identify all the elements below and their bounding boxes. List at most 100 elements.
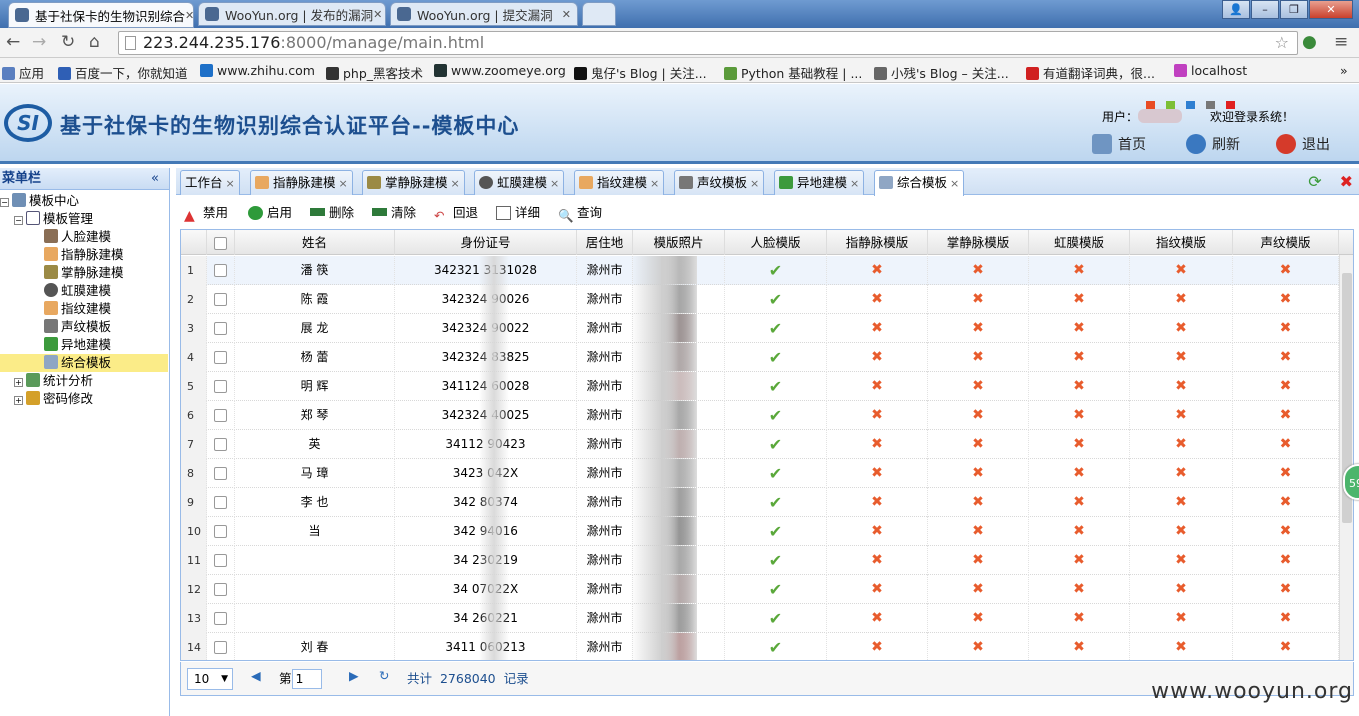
more-bookmarks-icon[interactable]: » <box>1340 63 1348 78</box>
new-tab-button[interactable] <box>582 2 616 26</box>
table-row[interactable]: 1234 07022X滁州市✔✖✖✖✖✖ <box>181 575 1341 604</box>
bookmark[interactable]: 有道翻译词典，很... <box>1026 63 1155 82</box>
tree-group[interactable]: − 模板管理 <box>0 210 168 228</box>
table-row[interactable]: 7 英34112 90423滁州市✔✖✖✖✖✖ <box>181 430 1341 459</box>
sidebar-item-face[interactable]: 人脸建模 <box>0 228 168 246</box>
refresh-page-icon[interactable]: ↻ <box>379 668 389 683</box>
bookmark[interactable]: php_黑客技术 <box>326 63 423 82</box>
prev-page-icon[interactable]: ◀ <box>251 668 261 683</box>
next-page-icon[interactable]: ▶ <box>349 668 359 683</box>
back-icon[interactable]: ← <box>6 32 20 52</box>
header-palm-vein[interactable]: 掌静脉模版 <box>928 230 1029 255</box>
logout-button[interactable]: 退出 <box>1276 134 1330 154</box>
reload-icon[interactable]: ↻ <box>61 32 75 52</box>
star-icon[interactable]: ☆ <box>1275 32 1289 54</box>
header-photo[interactable]: 模版照片 <box>633 230 725 255</box>
query-button[interactable]: 🔍 查询 <box>558 202 602 223</box>
close-all-icon[interactable]: ✖ <box>1340 172 1353 191</box>
tab-iris[interactable]: 虹膜建模 × <box>474 170 565 195</box>
table-row[interactable]: 2陈 霞 342324 90026 滁州市 ✔ ✖ ✖ ✖ ✖ ✖ <box>181 285 1341 314</box>
sidebar-item-fingerprint[interactable]: 指纹建模 <box>0 300 168 318</box>
header-id[interactable]: 身份证号 <box>395 230 577 255</box>
row-checkbox[interactable] <box>214 525 227 538</box>
row-checkbox[interactable] <box>214 612 227 625</box>
close-tab-icon[interactable]: ✕ <box>185 9 193 22</box>
tab-voiceprint[interactable]: 声纹模板 × <box>674 170 765 195</box>
header-iris[interactable]: 虹膜模版 <box>1029 230 1130 255</box>
close-tab-icon[interactable]: ✕ <box>562 8 571 21</box>
row-checkbox[interactable] <box>214 293 227 306</box>
extension-icon[interactable]: ● <box>1302 32 1317 52</box>
table-row[interactable]: 1潘 筷 342321 3131028 滁州市 ✔ ✖ ✖ ✖ ✖ ✖ <box>181 256 1341 285</box>
header-city[interactable]: 居住地 <box>577 230 633 255</box>
expand-node-icon[interactable]: + <box>14 396 23 405</box>
sidebar-item-palm-vein[interactable]: 掌静脉建模 <box>0 264 168 282</box>
bookmark[interactable]: localhost <box>1174 63 1247 78</box>
row-checkbox[interactable] <box>214 380 227 393</box>
delete-button[interactable]: 删除 <box>310 202 354 221</box>
row-checkbox[interactable] <box>214 264 227 277</box>
tree-root[interactable]: − 模板中心 <box>0 192 168 210</box>
sidebar-item-stats[interactable]: + 统计分析 <box>0 372 168 390</box>
close-tab-icon[interactable]: ✕ <box>373 8 382 21</box>
table-row[interactable]: 6郑 琴 342324 40025 滁州市 ✔ ✖ ✖ ✖ ✖ ✖ <box>181 401 1341 430</box>
home-icon[interactable]: ⌂ <box>89 32 100 52</box>
table-row[interactable]: 1334 260221滁州市✔✖✖✖✖✖ <box>181 604 1341 633</box>
reload-tab-icon[interactable]: ⟳ <box>1308 172 1321 191</box>
tab-finger-vein[interactable]: 指静脉建模 × <box>250 170 353 195</box>
close-tab-icon[interactable]: × <box>550 177 559 190</box>
browser-tab[interactable]: WooYun.org | 发布的漏洞 ✕ <box>198 2 386 26</box>
bookmark[interactable]: www.zhihu.com <box>200 63 315 78</box>
tab-composite[interactable]: 综合模板 × <box>874 170 965 196</box>
tab-fingerprint[interactable]: 指纹建模 × <box>574 170 665 195</box>
bookmark[interactable]: Python 基础教程 | ... <box>724 63 862 82</box>
row-checkbox[interactable] <box>214 438 227 451</box>
bookmark[interactable]: www.zoomeye.org <box>434 63 566 78</box>
table-row[interactable]: 5明 辉 341124 60028 滁州市 ✔ ✖ ✖ ✖ ✖ ✖ <box>181 372 1341 401</box>
table-row[interactable]: 10当342 94016滁州市✔✖✖✖✖✖ <box>181 517 1341 546</box>
bookmark[interactable]: 小残's Blog – 关注... <box>874 63 1009 82</box>
close-window-icon[interactable]: ✕ <box>1309 0 1353 19</box>
table-row[interactable]: 3展 龙 342324 90022 滁州市 ✔ ✖ ✖ ✖ ✖ ✖ <box>181 314 1341 343</box>
table-row[interactable]: 9李 也342 80374滁州市✔✖✖✖✖✖ <box>181 488 1341 517</box>
row-checkbox[interactable] <box>214 351 227 364</box>
sidebar-item-finger-vein[interactable]: 指静脉建模 <box>0 246 168 264</box>
tab-palm-vein[interactable]: 掌静脉建模 × <box>362 170 465 195</box>
disable-button[interactable]: ▲ 禁用 <box>184 202 228 224</box>
close-tab-icon[interactable]: × <box>226 177 235 190</box>
table-row[interactable]: 1134 230219滁州市✔✖✖✖✖✖ <box>181 546 1341 575</box>
row-checkbox[interactable] <box>214 467 227 480</box>
minimize-icon[interactable]: – <box>1251 0 1279 19</box>
select-all-checkbox[interactable] <box>214 237 227 250</box>
bookmark-apps[interactable]: 应用 <box>2 63 44 82</box>
header-fingerprint[interactable]: 指纹模版 <box>1130 230 1233 255</box>
enable-button[interactable]: 启用 <box>248 202 292 221</box>
table-row[interactable]: 8马 璋3423 042X滁州市✔✖✖✖✖✖ <box>181 459 1341 488</box>
row-checkbox[interactable] <box>214 496 227 509</box>
row-checkbox[interactable] <box>214 409 227 422</box>
collapse-icon[interactable]: « <box>151 168 159 190</box>
browser-tab[interactable]: WooYun.org | 提交漏洞 ✕ <box>390 2 578 26</box>
row-checkbox[interactable] <box>214 583 227 596</box>
row-checkbox[interactable] <box>214 554 227 567</box>
header-finger-vein[interactable]: 指静脉模版 <box>827 230 928 255</box>
close-tab-icon[interactable]: × <box>850 177 859 190</box>
header-select-all[interactable] <box>207 230 235 255</box>
sidebar-item-voiceprint[interactable]: 声纹模板 <box>0 318 168 336</box>
home-button[interactable]: 首页 <box>1092 134 1146 154</box>
bookmark[interactable]: 百度一下，你就知道 <box>58 63 188 82</box>
header-face[interactable]: 人脸模版 <box>725 230 827 255</box>
close-tab-icon[interactable]: × <box>451 177 460 190</box>
theme-blue-swatch[interactable] <box>1186 101 1195 109</box>
url-input[interactable]: 223.244.235.176:8000/manage/main.html ☆ <box>118 31 1298 55</box>
clear-button[interactable]: 清除 <box>372 202 416 221</box>
collapse-node-icon[interactable]: − <box>0 198 9 207</box>
header-voiceprint[interactable]: 声纹模版 <box>1233 230 1339 255</box>
grid-scrollbar[interactable] <box>1339 255 1353 660</box>
rollback-button[interactable]: ↶ 回退 <box>434 202 478 223</box>
row-checkbox[interactable] <box>214 322 227 335</box>
user-icon[interactable]: 👤 <box>1222 0 1250 19</box>
tab-workbench[interactable]: 工作台 × <box>180 170 240 195</box>
refresh-button[interactable]: 刷新 <box>1186 134 1240 154</box>
bookmark[interactable]: 鬼仔's Blog | 关注... <box>574 63 707 82</box>
